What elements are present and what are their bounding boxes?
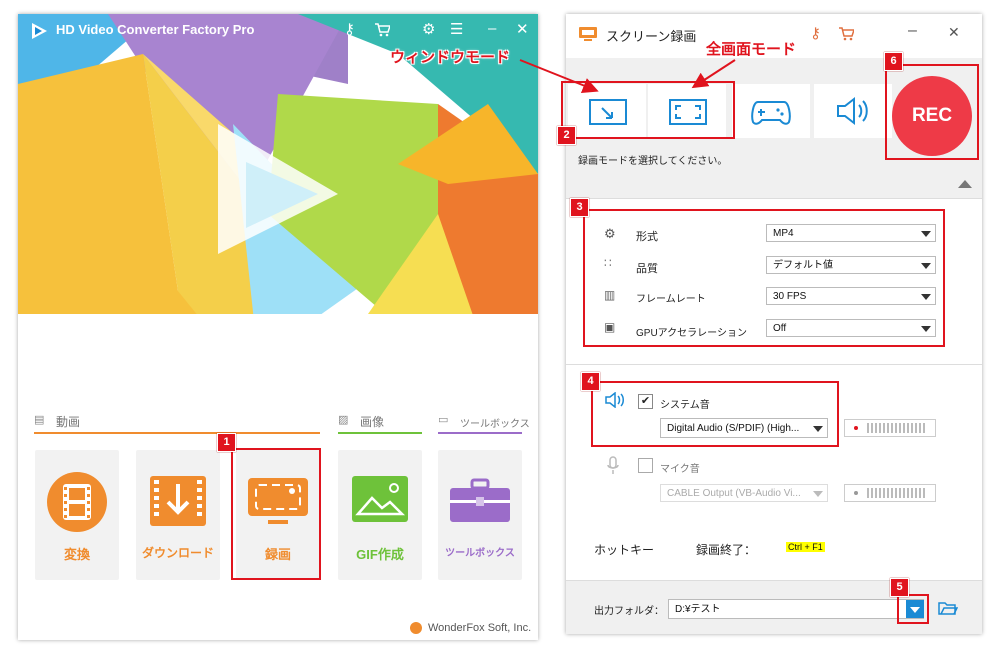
- window-mode-annotation: ウィンドウモード: [390, 49, 511, 66]
- fullscreen-mode-annotation: 全画面モード: [706, 41, 797, 58]
- annotation-arrows: [519, 59, 736, 93]
